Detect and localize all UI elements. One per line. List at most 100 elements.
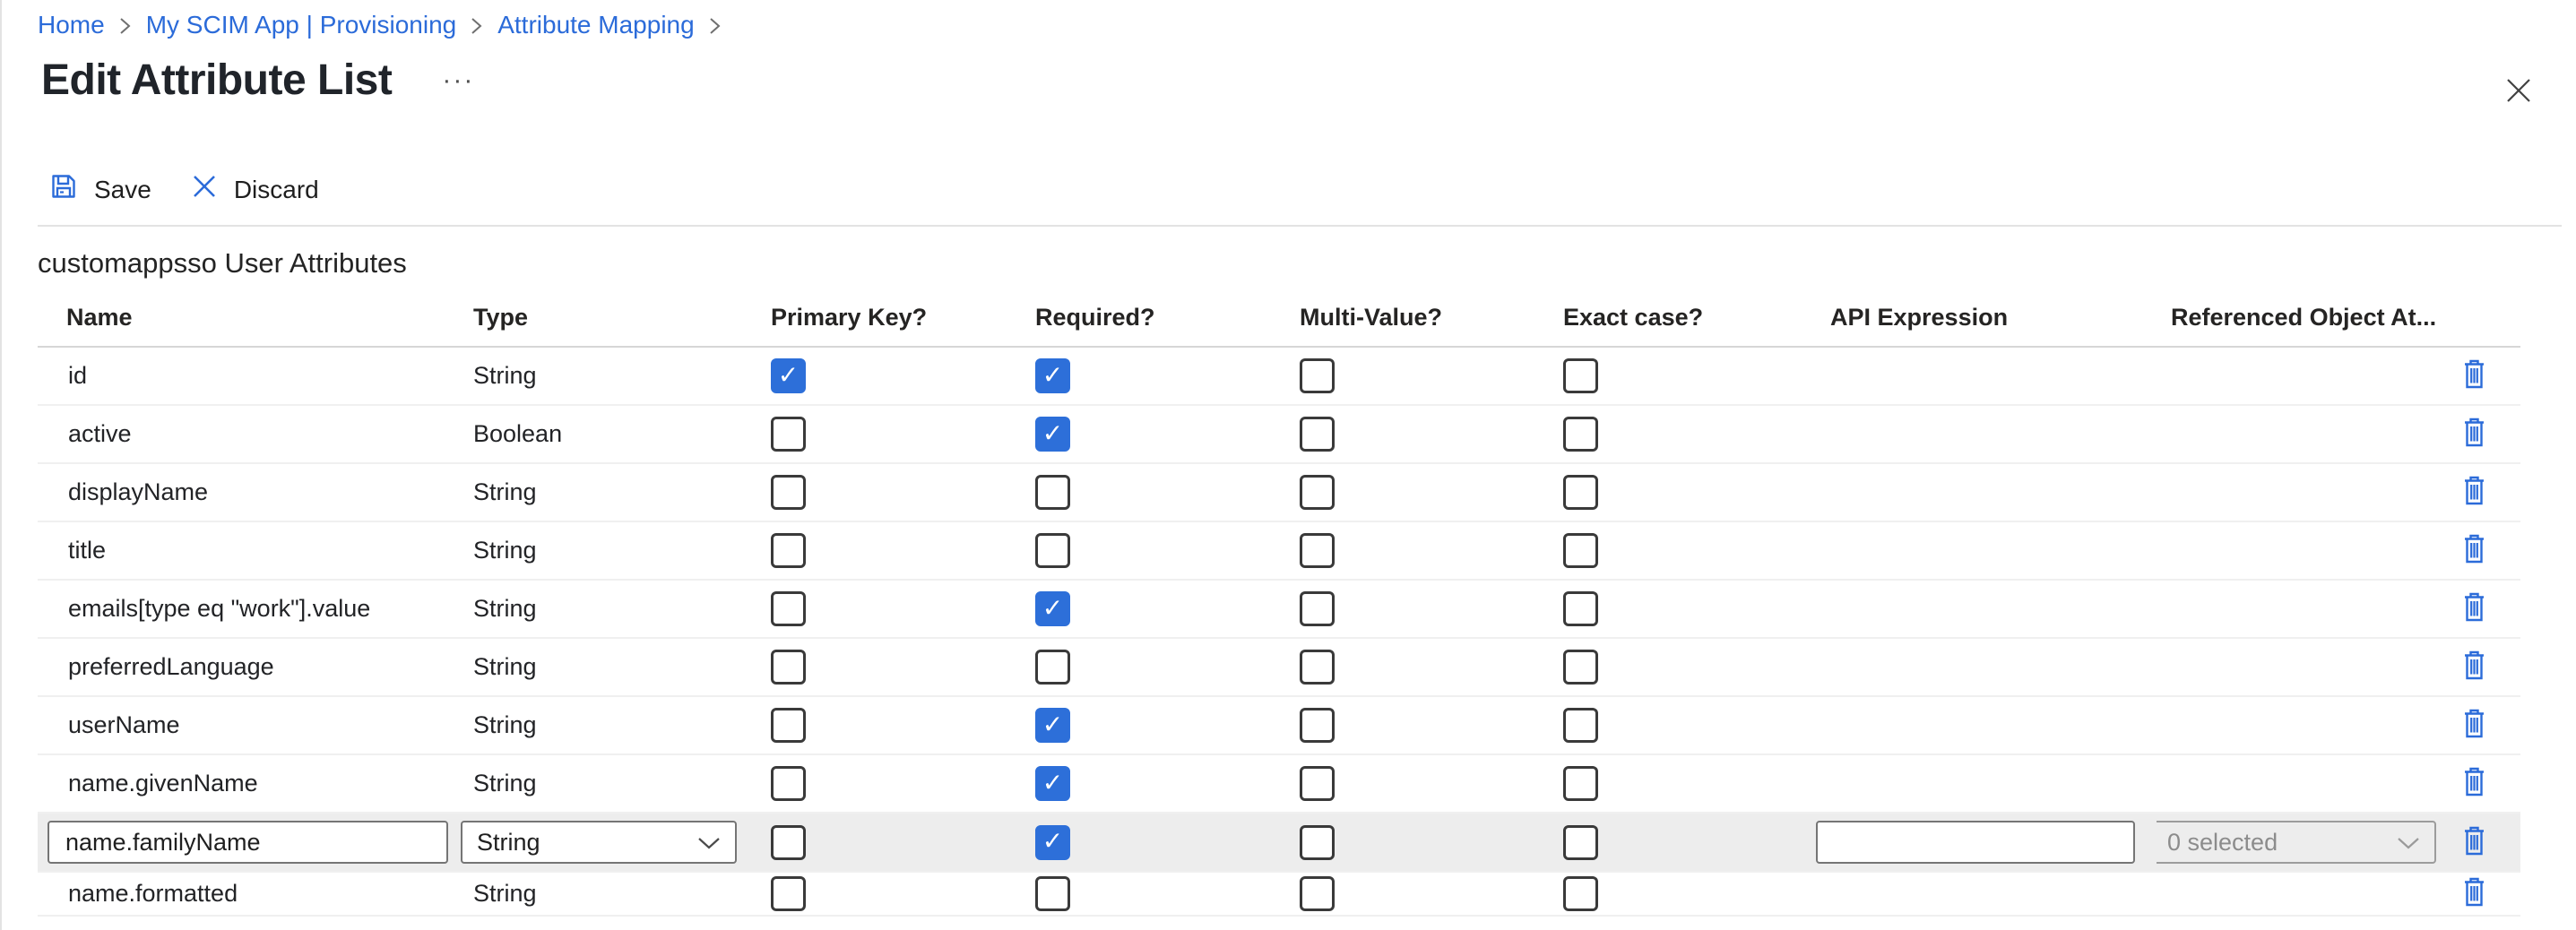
attribute-type-cell: String — [459, 537, 756, 564]
required-checkbox[interactable]: ✓ — [1035, 876, 1070, 911]
delete-attribute-button[interactable] — [2461, 592, 2487, 625]
discard-icon — [191, 173, 218, 206]
discard-label: Discard — [234, 176, 319, 204]
required-checkbox[interactable]: ✓ — [1035, 708, 1070, 743]
primary-key-checkbox[interactable]: ✓ — [771, 358, 806, 393]
primary-key-checkbox[interactable]: ✓ — [771, 876, 806, 911]
save-button[interactable]: Save — [49, 172, 151, 207]
discard-button[interactable]: Discard — [191, 173, 319, 206]
trash-icon — [2461, 709, 2487, 742]
multi-value-checkbox[interactable]: ✓ — [1300, 591, 1335, 626]
primary-key-checkbox[interactable]: ✓ — [771, 650, 806, 685]
delete-attribute-button[interactable] — [2461, 650, 2487, 684]
delete-attribute-button[interactable] — [2461, 826, 2487, 859]
table-row: id String ✓ ✓ ✓ ✓ — [38, 348, 2520, 406]
required-checkbox[interactable]: ✓ — [1035, 533, 1070, 568]
exact-case-checkbox[interactable]: ✓ — [1563, 766, 1598, 801]
api-expression-input[interactable] — [1816, 821, 2135, 864]
close-button[interactable] — [2501, 73, 2537, 109]
referenced-object-select[interactable]: 0 selected — [2157, 821, 2436, 864]
delete-attribute-button[interactable] — [2461, 359, 2487, 392]
primary-key-checkbox[interactable]: ✓ — [771, 766, 806, 801]
column-header-multi-value: Multi-Value? — [1285, 304, 1549, 332]
attribute-name-cell: emails[type eq "work"].value — [38, 595, 459, 623]
multi-value-checkbox[interactable]: ✓ — [1300, 358, 1335, 393]
column-header-type: Type — [459, 304, 756, 332]
exact-case-checkbox[interactable]: ✓ — [1563, 533, 1598, 568]
multi-value-checkbox[interactable]: ✓ — [1300, 876, 1335, 911]
breadcrumb-link-home[interactable]: Home — [38, 11, 105, 39]
delete-attribute-button[interactable] — [2461, 709, 2487, 742]
command-bar: Save Discard — [49, 172, 319, 207]
attribute-name-cell: id — [38, 362, 459, 390]
attribute-type-cell: String — [459, 880, 756, 908]
required-checkbox[interactable]: ✓ — [1035, 358, 1070, 393]
primary-key-checkbox[interactable]: ✓ — [771, 475, 806, 510]
multi-value-checkbox[interactable]: ✓ — [1300, 475, 1335, 510]
table-body: id String ✓ ✓ ✓ ✓ active Boolean ✓ ✓ ✓ ✓… — [38, 348, 2520, 917]
check-icon: ✓ — [1042, 421, 1063, 446]
delete-attribute-button[interactable] — [2461, 418, 2487, 451]
chevron-right-icon — [119, 16, 132, 36]
required-checkbox[interactable]: ✓ — [1035, 766, 1070, 801]
required-checkbox[interactable]: ✓ — [1035, 417, 1070, 452]
table-row: displayName String ✓ ✓ ✓ ✓ — [38, 464, 2520, 522]
exact-case-checkbox[interactable]: ✓ — [1563, 825, 1598, 860]
close-icon — [2503, 75, 2534, 108]
exact-case-checkbox[interactable]: ✓ — [1563, 417, 1598, 452]
multi-value-checkbox[interactable]: ✓ — [1300, 708, 1335, 743]
attribute-type-cell: String — [459, 362, 756, 390]
multi-value-checkbox[interactable]: ✓ — [1300, 766, 1335, 801]
referenced-object-value: 0 selected — [2167, 829, 2278, 857]
breadcrumb: Home My SCIM App | Provisioning Attribut… — [38, 11, 736, 39]
title-row: Edit Attribute List ··· — [41, 56, 478, 105]
delete-attribute-button[interactable] — [2461, 877, 2487, 910]
breadcrumb-link-attribute-mapping[interactable]: Attribute Mapping — [497, 11, 694, 39]
trash-icon — [2461, 534, 2487, 567]
attribute-name-cell: title — [38, 537, 459, 564]
multi-value-checkbox[interactable]: ✓ — [1300, 825, 1335, 860]
attribute-name-input[interactable] — [48, 821, 448, 864]
required-checkbox[interactable]: ✓ — [1035, 650, 1070, 685]
multi-value-checkbox[interactable]: ✓ — [1300, 650, 1335, 685]
column-header-name: Name — [38, 304, 459, 332]
trash-icon — [2461, 650, 2487, 684]
breadcrumb-link-provisioning[interactable]: My SCIM App | Provisioning — [146, 11, 457, 39]
primary-key-checkbox[interactable]: ✓ — [771, 591, 806, 626]
primary-key-checkbox[interactable]: ✓ — [771, 825, 806, 860]
attribute-name-cell: name.formatted — [38, 880, 459, 908]
delete-attribute-button[interactable] — [2461, 476, 2487, 509]
chevron-down-icon — [2397, 829, 2420, 857]
multi-value-checkbox[interactable]: ✓ — [1300, 417, 1335, 452]
exact-case-checkbox[interactable]: ✓ — [1563, 591, 1598, 626]
exact-case-checkbox[interactable]: ✓ — [1563, 358, 1598, 393]
attribute-name-cell: userName — [38, 711, 459, 739]
divider — [38, 225, 2562, 227]
column-header-referenced-object: Referenced Object At... — [2157, 304, 2436, 332]
save-icon — [49, 172, 78, 207]
column-header-primary-key: Primary Key? — [756, 304, 1021, 332]
check-icon: ✓ — [778, 363, 799, 388]
delete-attribute-button[interactable] — [2461, 767, 2487, 800]
primary-key-checkbox[interactable]: ✓ — [771, 533, 806, 568]
exact-case-checkbox[interactable]: ✓ — [1563, 650, 1598, 685]
table-row: name.formatted String ✓ ✓ ✓ ✓ — [38, 873, 2520, 917]
exact-case-checkbox[interactable]: ✓ — [1563, 475, 1598, 510]
attribute-type-cell: String — [459, 653, 756, 681]
required-checkbox[interactable]: ✓ — [1035, 591, 1070, 626]
primary-key-checkbox[interactable]: ✓ — [771, 417, 806, 452]
table-row: title String ✓ ✓ ✓ ✓ — [38, 522, 2520, 581]
section-heading: customappsso User Attributes — [38, 247, 407, 280]
page-title: Edit Attribute List — [41, 56, 392, 105]
attribute-type-select[interactable]: String — [461, 821, 737, 864]
more-options-button[interactable]: ··· — [438, 67, 478, 94]
required-checkbox[interactable]: ✓ — [1035, 475, 1070, 510]
edit-attribute-row: String ✓ ✓ ✓ ✓ 0 selected — [38, 814, 2520, 873]
exact-case-checkbox[interactable]: ✓ — [1563, 708, 1598, 743]
multi-value-checkbox[interactable]: ✓ — [1300, 533, 1335, 568]
required-checkbox[interactable]: ✓ — [1035, 825, 1070, 860]
chevron-down-icon — [697, 829, 721, 857]
primary-key-checkbox[interactable]: ✓ — [771, 708, 806, 743]
delete-attribute-button[interactable] — [2461, 534, 2487, 567]
exact-case-checkbox[interactable]: ✓ — [1563, 876, 1598, 911]
